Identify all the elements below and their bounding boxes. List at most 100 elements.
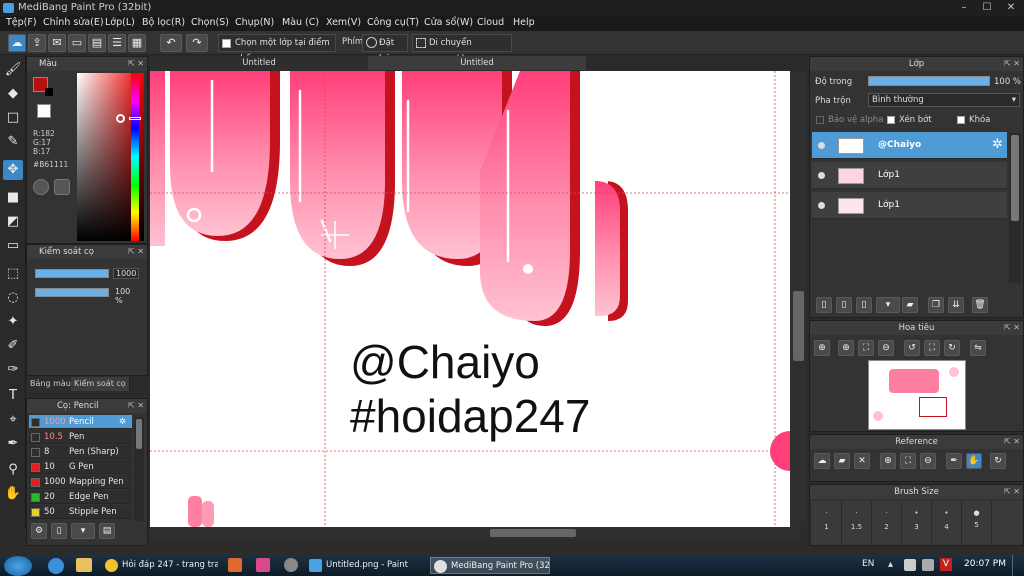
grid-icon[interactable]: ▦ bbox=[128, 34, 146, 52]
horizontal-scrollbar[interactable] bbox=[150, 527, 800, 539]
select-layer-at-click-checkbox[interactable]: Chọn một lớp tại điểm nhấp bbox=[218, 34, 336, 64]
menu-filter[interactable]: Bộ lọc(R) bbox=[142, 17, 185, 28]
cloud-icon[interactable]: ☁ bbox=[8, 34, 26, 52]
minimize-button[interactable]: – bbox=[955, 1, 973, 14]
flip-icon[interactable]: ⇋ bbox=[970, 340, 986, 356]
hue-slider[interactable] bbox=[131, 73, 139, 241]
protect-alpha-checkbox[interactable] bbox=[816, 116, 824, 124]
rotate-right-icon[interactable]: ↻ bbox=[944, 340, 960, 356]
shape-tool-icon[interactable]: □ bbox=[3, 108, 23, 128]
hand-icon[interactable]: ✋ bbox=[966, 453, 982, 469]
select-pen-icon[interactable]: ✐ bbox=[3, 336, 23, 356]
eye-icon[interactable] bbox=[818, 202, 825, 209]
eye-icon[interactable] bbox=[818, 142, 825, 149]
gear-icon[interactable]: ✲ bbox=[992, 137, 1003, 152]
brush-list-scrollbar[interactable] bbox=[134, 417, 144, 521]
reset-view-icon[interactable]: ⛶ bbox=[924, 340, 940, 356]
cloud-open-icon[interactable]: ☁ bbox=[814, 453, 830, 469]
tab-untitled-2[interactable]: Untitled bbox=[368, 56, 586, 70]
panel-popout-icon[interactable]: ⇱ ✕ bbox=[128, 245, 144, 259]
menu-cloud[interactable]: Cloud bbox=[477, 17, 504, 28]
app-icon[interactable] bbox=[256, 558, 270, 572]
delete-layer-icon[interactable]: 🗑 bbox=[972, 297, 988, 313]
move-horizontal-vertical-button[interactable]: Di chuyển ngang/dọc bbox=[412, 34, 512, 64]
eyedropper-icon[interactable]: ⚲ bbox=[3, 460, 23, 480]
tab-brush-control[interactable]: Kiểm soát cọ bbox=[71, 377, 130, 391]
tab-untitled-1[interactable]: Untitled bbox=[150, 56, 368, 70]
gradient-tool-icon[interactable]: ▭ bbox=[3, 236, 23, 256]
list-icon[interactable]: ☰ bbox=[108, 34, 126, 52]
media-icon[interactable] bbox=[228, 558, 242, 572]
reset-button[interactable]: Đặt lại bbox=[362, 34, 408, 64]
zoom-in-icon[interactable]: ⊕ bbox=[814, 340, 830, 356]
brush-settings-icon[interactable]: ▤ bbox=[99, 523, 115, 539]
menu-file[interactable]: Tệp(F) bbox=[6, 17, 37, 28]
zoom-out-icon[interactable]: ⊖ bbox=[920, 453, 936, 469]
rotate-left-icon[interactable]: ↺ bbox=[904, 340, 920, 356]
rotate-icon[interactable]: ↻ bbox=[990, 453, 1006, 469]
menu-tools[interactable]: Công cụ(T) bbox=[367, 17, 419, 28]
tab-color-palette[interactable]: Bảng màu bbox=[27, 377, 75, 391]
page-icon[interactable]: ▤ bbox=[88, 34, 106, 52]
taskbar-medibang-window[interactable]: MediBang Paint Pro (32... bbox=[430, 557, 550, 574]
brush-item-g-pen[interactable]: 10 G Pen bbox=[29, 460, 132, 474]
select-rect-tool-icon[interactable]: ⬚ bbox=[3, 264, 23, 284]
brush-tool-icon[interactable]: 🖌 bbox=[3, 60, 23, 80]
start-button[interactable] bbox=[4, 556, 32, 576]
comment-icon[interactable]: ▭ bbox=[68, 34, 86, 52]
tray-arrow-icon[interactable]: ▴ bbox=[888, 559, 893, 570]
eraser-tool-icon[interactable]: ◆ bbox=[3, 84, 23, 104]
vertical-scrollbar[interactable] bbox=[790, 71, 807, 527]
size-cell[interactable]: • 3 bbox=[902, 501, 932, 545]
layer-row[interactable]: @Chaiyo ✲ bbox=[812, 132, 1007, 159]
bucket-tool-icon[interactable]: ◩ bbox=[3, 212, 23, 232]
size-cell[interactable]: ● 5 bbox=[962, 501, 992, 545]
language-indicator[interactable]: EN bbox=[862, 559, 874, 569]
size-cell[interactable]: • 4 bbox=[932, 501, 962, 545]
clipping-checkbox[interactable] bbox=[887, 116, 895, 124]
volume-icon[interactable] bbox=[922, 559, 934, 571]
folder-icon[interactable]: ▰ bbox=[902, 297, 918, 313]
new-layer-8bit-icon[interactable]: ▯ bbox=[836, 297, 852, 313]
antivirus-icon[interactable]: V bbox=[940, 558, 952, 571]
brush-item-pencil[interactable]: 1000 Pencil ✲ bbox=[29, 415, 132, 429]
drawing-canvas[interactable]: @Chaiyo #hoidap247 bbox=[150, 71, 790, 527]
fill-rect-tool-icon[interactable]: ■ bbox=[3, 188, 23, 208]
zoom-out-icon[interactable]: ⊖ bbox=[878, 340, 894, 356]
app2-icon[interactable] bbox=[284, 558, 298, 572]
brush-item-mapping-pen[interactable]: 1000 Mapping Pen bbox=[29, 475, 132, 489]
brush-item-pen-sharp[interactable]: 8 Pen (Sharp) bbox=[29, 445, 132, 459]
menu-select[interactable]: Chọn(S) bbox=[191, 17, 229, 28]
panel-popout-icon[interactable]: ⇱ ✕ bbox=[1004, 485, 1020, 499]
chat-icon[interactable]: ✉ bbox=[48, 34, 66, 52]
brush-item-pen[interactable]: 10.5 Pen bbox=[29, 430, 132, 444]
sv-cursor[interactable] bbox=[116, 114, 125, 123]
taskbar-paint-window[interactable]: Untitled.png - Paint bbox=[306, 557, 426, 574]
navigator-preview[interactable] bbox=[868, 360, 966, 430]
vertical-scroll-thumb[interactable] bbox=[793, 291, 804, 361]
layer-opacity-slider[interactable] bbox=[868, 76, 990, 86]
operation-tool-icon[interactable]: ⌖ bbox=[3, 410, 23, 430]
dropper-tool-icon[interactable]: ✒ bbox=[3, 434, 23, 454]
palette-icon[interactable] bbox=[33, 179, 49, 195]
new-brush-icon[interactable]: ▯ bbox=[51, 523, 67, 539]
menu-view[interactable]: Xem(V) bbox=[326, 17, 361, 28]
undo-icon[interactable]: ↶ bbox=[160, 34, 182, 52]
brush-item-stipple-pen[interactable]: 50 Stipple Pen bbox=[29, 505, 132, 519]
swap-color-icon[interactable] bbox=[45, 88, 53, 96]
close-button[interactable]: ✕ bbox=[1002, 1, 1020, 14]
new-layer-1bit-icon[interactable]: ▯ bbox=[856, 297, 872, 313]
color-picker-icon[interactable] bbox=[54, 179, 70, 195]
brush-menu-icon[interactable]: ▾ bbox=[71, 523, 95, 539]
fit-icon[interactable]: ⛶ bbox=[858, 340, 874, 356]
menu-layer[interactable]: Lớp(L) bbox=[105, 17, 135, 28]
hand-tool-icon[interactable]: ✋ bbox=[3, 484, 23, 504]
maximize-button[interactable]: ☐ bbox=[978, 1, 996, 14]
menu-window[interactable]: Cửa sổ(W) bbox=[424, 17, 473, 28]
duplicate-layer-icon[interactable]: ❐ bbox=[928, 297, 944, 313]
size-cell[interactable]: · 2 bbox=[872, 501, 902, 545]
panel-popout-icon[interactable]: ⇱ ✕ bbox=[1004, 435, 1020, 449]
zoom-in-2-icon[interactable]: ⊕ bbox=[838, 340, 854, 356]
menu-edit[interactable]: Chỉnh sửa(E) bbox=[43, 17, 104, 28]
menu-snap[interactable]: Chụp(N) bbox=[235, 17, 274, 28]
